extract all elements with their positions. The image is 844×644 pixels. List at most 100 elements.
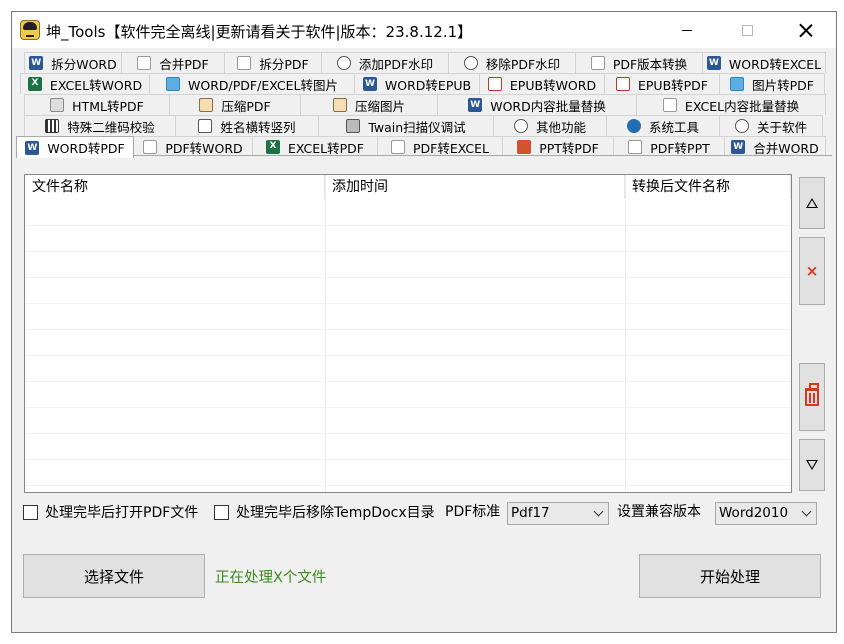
pdf-icon <box>143 140 158 154</box>
remove-item-button[interactable]: × <box>799 237 825 305</box>
column-header-output-filename[interactable]: 转换后文件名称 <box>625 175 791 199</box>
minimize-button[interactable] <box>664 12 710 48</box>
open-pdf-after-checkbox[interactable]: 处理完毕后打开PDF文件 <box>23 502 198 522</box>
pdf-icon <box>590 56 605 70</box>
maximize-icon <box>741 24 753 36</box>
tab-about-software[interactable]: 关于软件 <box>719 115 823 136</box>
tab-word-to-excel[interactable]: WORD转EXCEL <box>702 52 826 73</box>
tab-pdf-to-ppt[interactable]: PDF转PPT <box>613 136 725 157</box>
pdf-standard-select[interactable]: Pdf17 <box>507 502 609 525</box>
tab-label: EXCEL转PDF <box>288 140 364 156</box>
tab-pdf-to-word[interactable]: PDF转WORD <box>133 136 253 157</box>
tab-label: 其他功能 <box>535 119 586 135</box>
tab-label: WORD转EPUB <box>384 77 472 93</box>
app-logo-icon <box>20 20 40 40</box>
image-icon <box>166 77 181 91</box>
pdf-icon <box>628 140 643 154</box>
tab-merge-pdf[interactable]: 合并PDF <box>121 52 225 73</box>
tab-word-pdf-excel-to-image[interactable]: WORD/PDF/EXCEL转图片 <box>149 73 355 94</box>
tab-label: 压缩图片 <box>354 98 405 114</box>
tab-label: 图片转PDF <box>752 77 814 93</box>
tab-excel-to-word[interactable]: EXCEL转WORD <box>20 73 150 94</box>
info-icon <box>734 119 749 133</box>
tab-image-to-pdf[interactable]: 图片转PDF <box>719 73 825 94</box>
pdf-icon <box>237 56 252 70</box>
word-icon <box>362 77 377 91</box>
maximize-button[interactable] <box>724 12 770 48</box>
row-divider <box>25 381 791 382</box>
tab-split-word[interactable]: 拆分WORD <box>24 52 122 73</box>
tab-excel-to-pdf[interactable]: EXCEL转PDF <box>252 136 378 157</box>
checkbox-box[interactable] <box>23 504 38 520</box>
tab-label: 添加PDF水印 <box>358 56 434 72</box>
move-up-button[interactable] <box>799 177 825 229</box>
file-list-table[interactable]: 文件名称 添加时间 转换后文件名称 <box>24 174 792 493</box>
excel-icon <box>27 77 42 91</box>
minimize-icon <box>682 29 692 31</box>
chevron-down-icon <box>593 506 604 517</box>
tab-word-to-pdf[interactable]: WORD转PDF <box>16 136 134 158</box>
checkbox-label: 处理完毕后打开PDF文件 <box>45 505 199 521</box>
tab-pdf-to-excel[interactable]: PDF转EXCEL <box>377 136 503 157</box>
move-down-button[interactable] <box>799 439 825 491</box>
tab-name-horizontal-to-vertical[interactable]: 姓名横转竖列 <box>175 115 319 136</box>
tab-system-tools[interactable]: 系统工具 <box>606 115 720 136</box>
tab-label: 特殊二维码校验 <box>67 119 155 135</box>
tab-ppt-to-pdf[interactable]: PPT转PDF <box>502 136 614 157</box>
word-icon <box>468 98 483 112</box>
tab-twain-scanner-debug[interactable]: Twain扫描仪调试 <box>318 115 494 136</box>
checkbox-box[interactable] <box>214 504 229 520</box>
title-bar: 坤_Tools【软件完全离线|更新请看关于软件|版本：23.8.12.1】 <box>12 12 836 48</box>
delete-x-icon: × <box>805 262 819 280</box>
tab-label: 合并PDF <box>159 56 209 72</box>
image-icon <box>730 77 745 91</box>
tab-word-batch-replace[interactable]: WORD内容批量替换 <box>437 94 637 115</box>
pdf-icon <box>391 140 405 154</box>
column-header-added-time[interactable]: 添加时间 <box>325 175 625 199</box>
column-divider <box>625 175 626 492</box>
select-value: Pdf17 <box>511 505 550 521</box>
tab-compress-pdf[interactable]: 压缩PDF <box>169 94 301 115</box>
tab-epub-to-word[interactable]: EPUB转WORD <box>479 73 605 94</box>
tab-split-pdf[interactable]: 拆分PDF <box>224 52 322 73</box>
trash-icon <box>805 383 819 406</box>
tab-label: WORD/PDF/EXCEL转图片 <box>188 77 338 93</box>
row-divider <box>25 355 791 356</box>
tab-excel-batch-replace[interactable]: EXCEL内容批量替换 <box>636 94 826 115</box>
tab-html-to-pdf[interactable]: HTML转PDF <box>24 94 170 115</box>
tab-compress-image[interactable]: 压缩图片 <box>300 94 438 115</box>
tab-row-2: EXCEL转WORD WORD/PDF/EXCEL转图片 WORD转EPUB E… <box>20 73 825 94</box>
rotate-icon <box>198 119 213 133</box>
remove-temp-docx-checkbox[interactable]: 处理完毕后移除TempDocx目录 <box>214 502 435 522</box>
tab-label: EXCEL内容批量替换 <box>684 98 800 114</box>
start-processing-button[interactable]: 开始处理 <box>639 554 821 598</box>
tab-merge-word[interactable]: 合并WORD <box>724 136 826 157</box>
tab-qrcode-check[interactable]: 特殊二维码校验 <box>24 115 176 136</box>
tab-label: EXCEL转WORD <box>49 77 143 93</box>
tab-label: PDF转WORD <box>165 140 243 156</box>
tab-label: PDF转EXCEL <box>413 140 489 156</box>
row-divider <box>25 459 791 460</box>
row-divider <box>25 407 791 408</box>
clear-list-button[interactable] <box>799 363 825 431</box>
column-divider <box>325 175 326 492</box>
tab-remove-pdf-watermark[interactable]: 移除PDF水印 <box>448 52 576 73</box>
close-button[interactable] <box>783 12 829 48</box>
tab-pdf-version-convert[interactable]: PDF版本转换 <box>575 52 703 73</box>
app-window: 坤_Tools【软件完全离线|更新请看关于软件|版本：23.8.12.1】 拆分… <box>11 11 837 633</box>
tab-other-functions[interactable]: 其他功能 <box>493 115 607 136</box>
tab-word-to-epub[interactable]: WORD转EPUB <box>354 73 480 94</box>
compress-icon <box>199 98 214 112</box>
word-icon <box>706 56 721 70</box>
tab-epub-to-pdf[interactable]: EPUB转PDF <box>604 73 720 94</box>
column-header-filename[interactable]: 文件名称 <box>25 175 325 199</box>
select-files-button[interactable]: 选择文件 <box>23 554 205 598</box>
processing-status: 正在处理X个文件 <box>215 570 327 586</box>
excel-icon <box>266 140 280 154</box>
compat-version-select[interactable]: Word2010 <box>715 502 817 525</box>
tab-label: 合并WORD <box>753 140 819 156</box>
tab-add-pdf-watermark[interactable]: 添加PDF水印 <box>321 52 449 73</box>
tab-label: PPT转PDF <box>539 140 599 156</box>
row-divider <box>25 251 791 252</box>
row-divider <box>25 277 791 278</box>
